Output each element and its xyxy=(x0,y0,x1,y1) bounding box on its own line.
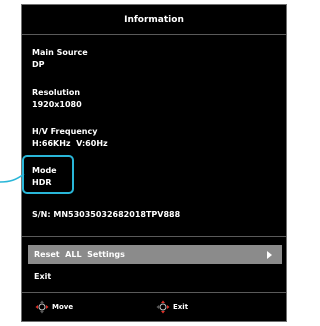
dpad-right-icon xyxy=(156,300,170,314)
key-hints-footer: Move Exit xyxy=(22,293,286,321)
resolution-value: 1920x1080 xyxy=(32,100,82,109)
panel-title: Information xyxy=(22,5,286,35)
main-source-label: Main Source xyxy=(32,48,88,57)
reset-all-settings-item[interactable]: Reset ALL Settings xyxy=(28,245,282,264)
main-source-info: Main Source DP xyxy=(32,47,88,71)
serial-number: S/N: MN53035032682018TPV888 xyxy=(32,209,180,221)
resolution-label: Resolution xyxy=(32,88,81,97)
move-hint-label: Move xyxy=(52,303,74,311)
reset-all-settings-label: Reset ALL Settings xyxy=(34,250,125,259)
exit-hint: Exit xyxy=(156,299,188,315)
resolution-info: Resolution 1920x1080 xyxy=(32,87,82,111)
menu-divider xyxy=(22,236,286,237)
callout-line xyxy=(0,173,25,183)
exit-hint-label: Exit xyxy=(173,303,189,311)
move-hint: Move xyxy=(35,299,73,315)
hv-frequency-info: H/V Frequency H:66KHz V:60Hz xyxy=(32,126,108,150)
exit-item[interactable]: Exit xyxy=(28,267,282,286)
chevron-right-icon xyxy=(267,251,272,259)
dpad-left-right-icon xyxy=(35,300,49,314)
mode-highlight-box xyxy=(22,155,74,194)
serial-number-text: S/N: MN53035032682018TPV888 xyxy=(32,210,181,219)
main-source-value: DP xyxy=(32,60,45,69)
hv-frequency-label: H/V Frequency xyxy=(32,127,98,136)
exit-item-label: Exit xyxy=(34,272,52,281)
hv-frequency-value: H:66KHz V:60Hz xyxy=(32,139,108,148)
